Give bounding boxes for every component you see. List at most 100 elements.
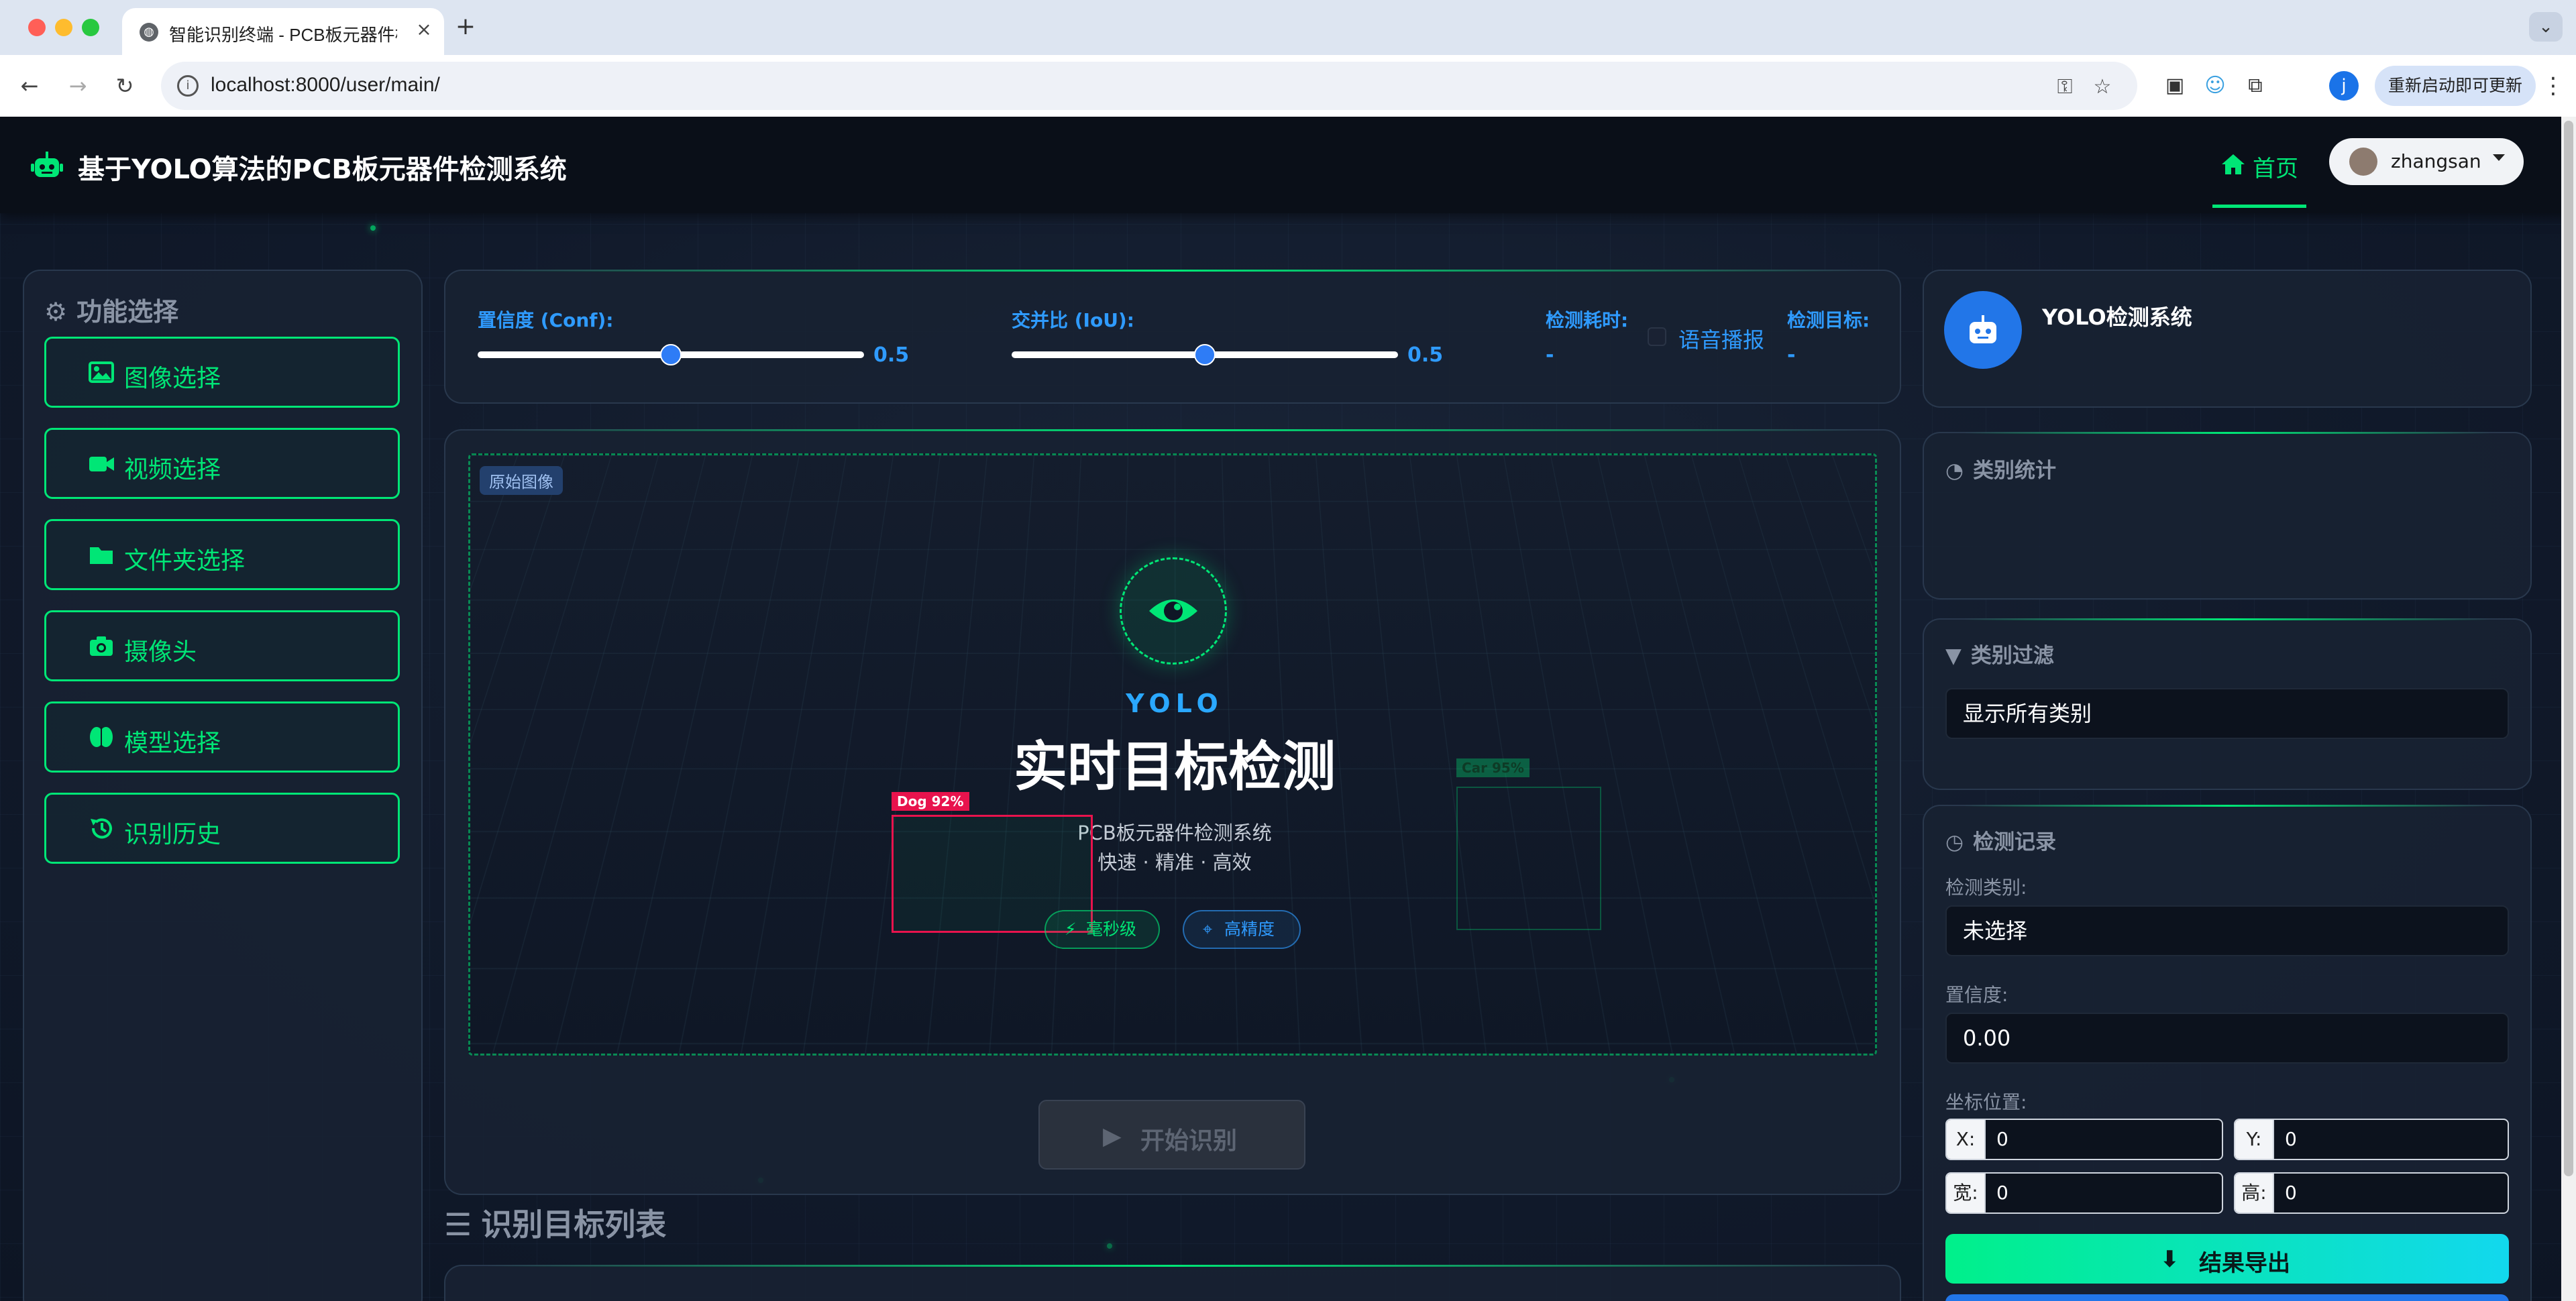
sidebar-item-camera[interactable]: 摄像头 (44, 610, 400, 681)
secondary-action-button[interactable] (1945, 1294, 2509, 1301)
home-icon (2222, 154, 2245, 174)
record-title: ◷ 检测记录 (1945, 825, 2056, 855)
coord-x-value: 0 (1996, 1128, 2008, 1150)
coord-y-field[interactable]: Y: 0 (2234, 1119, 2509, 1160)
camera-icon (90, 636, 113, 656)
sidebar-item-model[interactable]: 模型选择 (44, 701, 400, 773)
coord-width-field[interactable]: 宽: 0 (1945, 1172, 2223, 1214)
page-scrollbar[interactable] (2561, 117, 2576, 1301)
extension-app-icon[interactable]: ▣ (2160, 71, 2190, 101)
browser-tab-strip: ◍ 智能识别终端 - PCB板元器件检测系统 × + ⌄ (0, 0, 2576, 55)
extension-robot-icon[interactable]: ☺ (2200, 71, 2230, 101)
export-results-button[interactable]: ⬇ 结果导出 (1945, 1234, 2509, 1284)
nav-home[interactable]: 首页 (2212, 149, 2306, 208)
tab-close-icon[interactable]: × (412, 17, 436, 42)
tab-title: 智能识别终端 - PCB板元器件检测系统 (169, 25, 397, 45)
tab-search-button[interactable]: ⌄ (2529, 12, 2563, 42)
time-value: - (1546, 343, 1554, 367)
class-filter-select[interactable]: 显示所有类别 (1945, 688, 2509, 739)
pie-chart-icon: ◔ (1945, 459, 1964, 483)
sidebar-item-video[interactable]: 视频选择 (44, 428, 400, 499)
window-minimize-button[interactable] (55, 19, 72, 36)
forward-icon[interactable]: → (62, 70, 94, 102)
particle-dot (370, 225, 376, 231)
window-close-button[interactable] (28, 19, 46, 36)
reload-icon[interactable]: ↻ (109, 70, 141, 102)
sidebar-title: ⚙ 功能选择 (44, 291, 178, 328)
sidebar-item-history[interactable]: 识别历史 (44, 793, 400, 864)
stats-title: ◔ 类别统计 (1945, 453, 2056, 484)
target-label: 检测目标: (1787, 309, 1870, 331)
browser-toolbar: ← → ↻ i localhost:8000/user/main/ ⚿ ☆ ▣ … (0, 55, 2576, 117)
coord-x-field[interactable]: X: 0 (1945, 1119, 2223, 1160)
caret-down-icon (2493, 154, 2505, 161)
site-info-icon[interactable]: i (177, 75, 199, 97)
address-bar[interactable]: i localhost:8000/user/main/ ⚿ ☆ (161, 62, 2137, 110)
sidebar-item-label: 图像选择 (124, 365, 221, 392)
conf-label: 置信度 (Conf): (478, 309, 614, 331)
back-icon[interactable]: ← (13, 70, 46, 102)
tachometer-icon: ◷ (1945, 830, 1964, 854)
record-title-text: 检测记录 (1973, 830, 2057, 854)
sidebar-item-image[interactable]: 图像选择 (44, 337, 400, 408)
filter-icon: ▼ (1945, 644, 1962, 668)
download-icon: ⬇ (2160, 1246, 2180, 1273)
update-button[interactable]: 重新启动即可更新 (2375, 66, 2536, 106)
bookmark-star-icon[interactable]: ☆ (2089, 74, 2116, 101)
coord-height-field[interactable]: 高: 0 (2234, 1172, 2509, 1214)
coord-x-prefix: X: (1947, 1120, 1986, 1159)
user-avatar (2349, 148, 2377, 176)
feature-pill-precision: ⌖ 高精度 (1183, 910, 1301, 949)
folder-icon (90, 547, 113, 564)
filter-title: ▼ 类别过滤 (1945, 638, 2054, 669)
bolt-icon: ⚡ (1065, 919, 1077, 939)
profile-avatar[interactable]: j (2329, 71, 2359, 101)
robot-icon (1970, 315, 1996, 343)
coord-y-value: 0 (2285, 1128, 2297, 1150)
robot-icon (31, 152, 63, 177)
browser-menu-icon[interactable]: ⋮ (2541, 68, 2565, 103)
start-detection-label: 开始识别 (1140, 1127, 1238, 1155)
detection-tag-car: Car 95% (1456, 758, 1529, 777)
app-header: 基于YOLO算法的PCB板元器件检测系统 首页 zhangsan (0, 117, 2576, 213)
coord-height-value: 0 (2285, 1182, 2297, 1204)
voice-checkbox[interactable] (1648, 327, 1666, 346)
scrollbar-thumb[interactable] (2564, 121, 2573, 1176)
list-icon: ☰ (444, 1206, 472, 1243)
particle-dot (1107, 1243, 1112, 1249)
result-list-panel (444, 1265, 1901, 1301)
class-field[interactable]: 未选择 (1945, 905, 2509, 956)
target-value: - (1787, 343, 1796, 367)
history-icon (91, 818, 112, 839)
iou-slider-thumb[interactable] (1194, 344, 1216, 365)
sidebar-item-label: 识别历史 (124, 821, 221, 848)
export-results-label: 结果导出 (2199, 1250, 2290, 1277)
conf-field[interactable]: 0.00 (1945, 1013, 2509, 1064)
start-detection-button[interactable]: ▶ 开始识别 (1038, 1100, 1305, 1170)
time-label: 检测耗时: (1546, 309, 1629, 331)
detection-tag-dog: Dog 92% (892, 792, 969, 811)
sidebar-item-label: 视频选择 (124, 456, 221, 484)
new-tab-button[interactable]: + (451, 12, 480, 42)
eye-icon-ring (1120, 557, 1227, 665)
params-panel: 置信度 (Conf): 0.5 交并比 (IoU): 0.5 检测耗时: - 语… (444, 270, 1901, 404)
extensions-puzzle-icon[interactable]: ⧉ (2241, 71, 2270, 101)
coord-field-label: 坐标位置: (1945, 1091, 2027, 1113)
result-list-title-text: 识别目标列表 (481, 1206, 667, 1243)
iou-value: 0.5 (1407, 343, 1444, 367)
key-icon[interactable]: ⚿ (2051, 74, 2078, 101)
result-list-title: ☰ 识别目标列表 (444, 1200, 666, 1245)
browser-tab[interactable]: ◍ 智能识别终端 - PCB板元器件检测系统 × (122, 8, 444, 55)
nav-home-label: 首页 (2253, 156, 2298, 182)
conf-slider-thumb[interactable] (660, 344, 682, 365)
system-name: YOLO检测系统 (2042, 304, 2192, 330)
crosshair-icon: ⌖ (1203, 919, 1213, 939)
image-canvas[interactable]: 原始图像 YOLO 实时目标检测 PCB板元器件检测系统 快速 · 精准 · 高… (468, 453, 1877, 1056)
sidebar-item-label: 模型选择 (124, 730, 221, 757)
window-maximize-button[interactable] (82, 19, 99, 36)
voice-label: 语音播报 (1678, 327, 1765, 353)
user-menu[interactable]: zhangsan (2329, 138, 2524, 185)
filter-title-text: 类别过滤 (1970, 644, 2054, 668)
url-text: localhost:8000/user/main/ (211, 74, 440, 96)
sidebar-item-folder[interactable]: 文件夹选择 (44, 519, 400, 590)
